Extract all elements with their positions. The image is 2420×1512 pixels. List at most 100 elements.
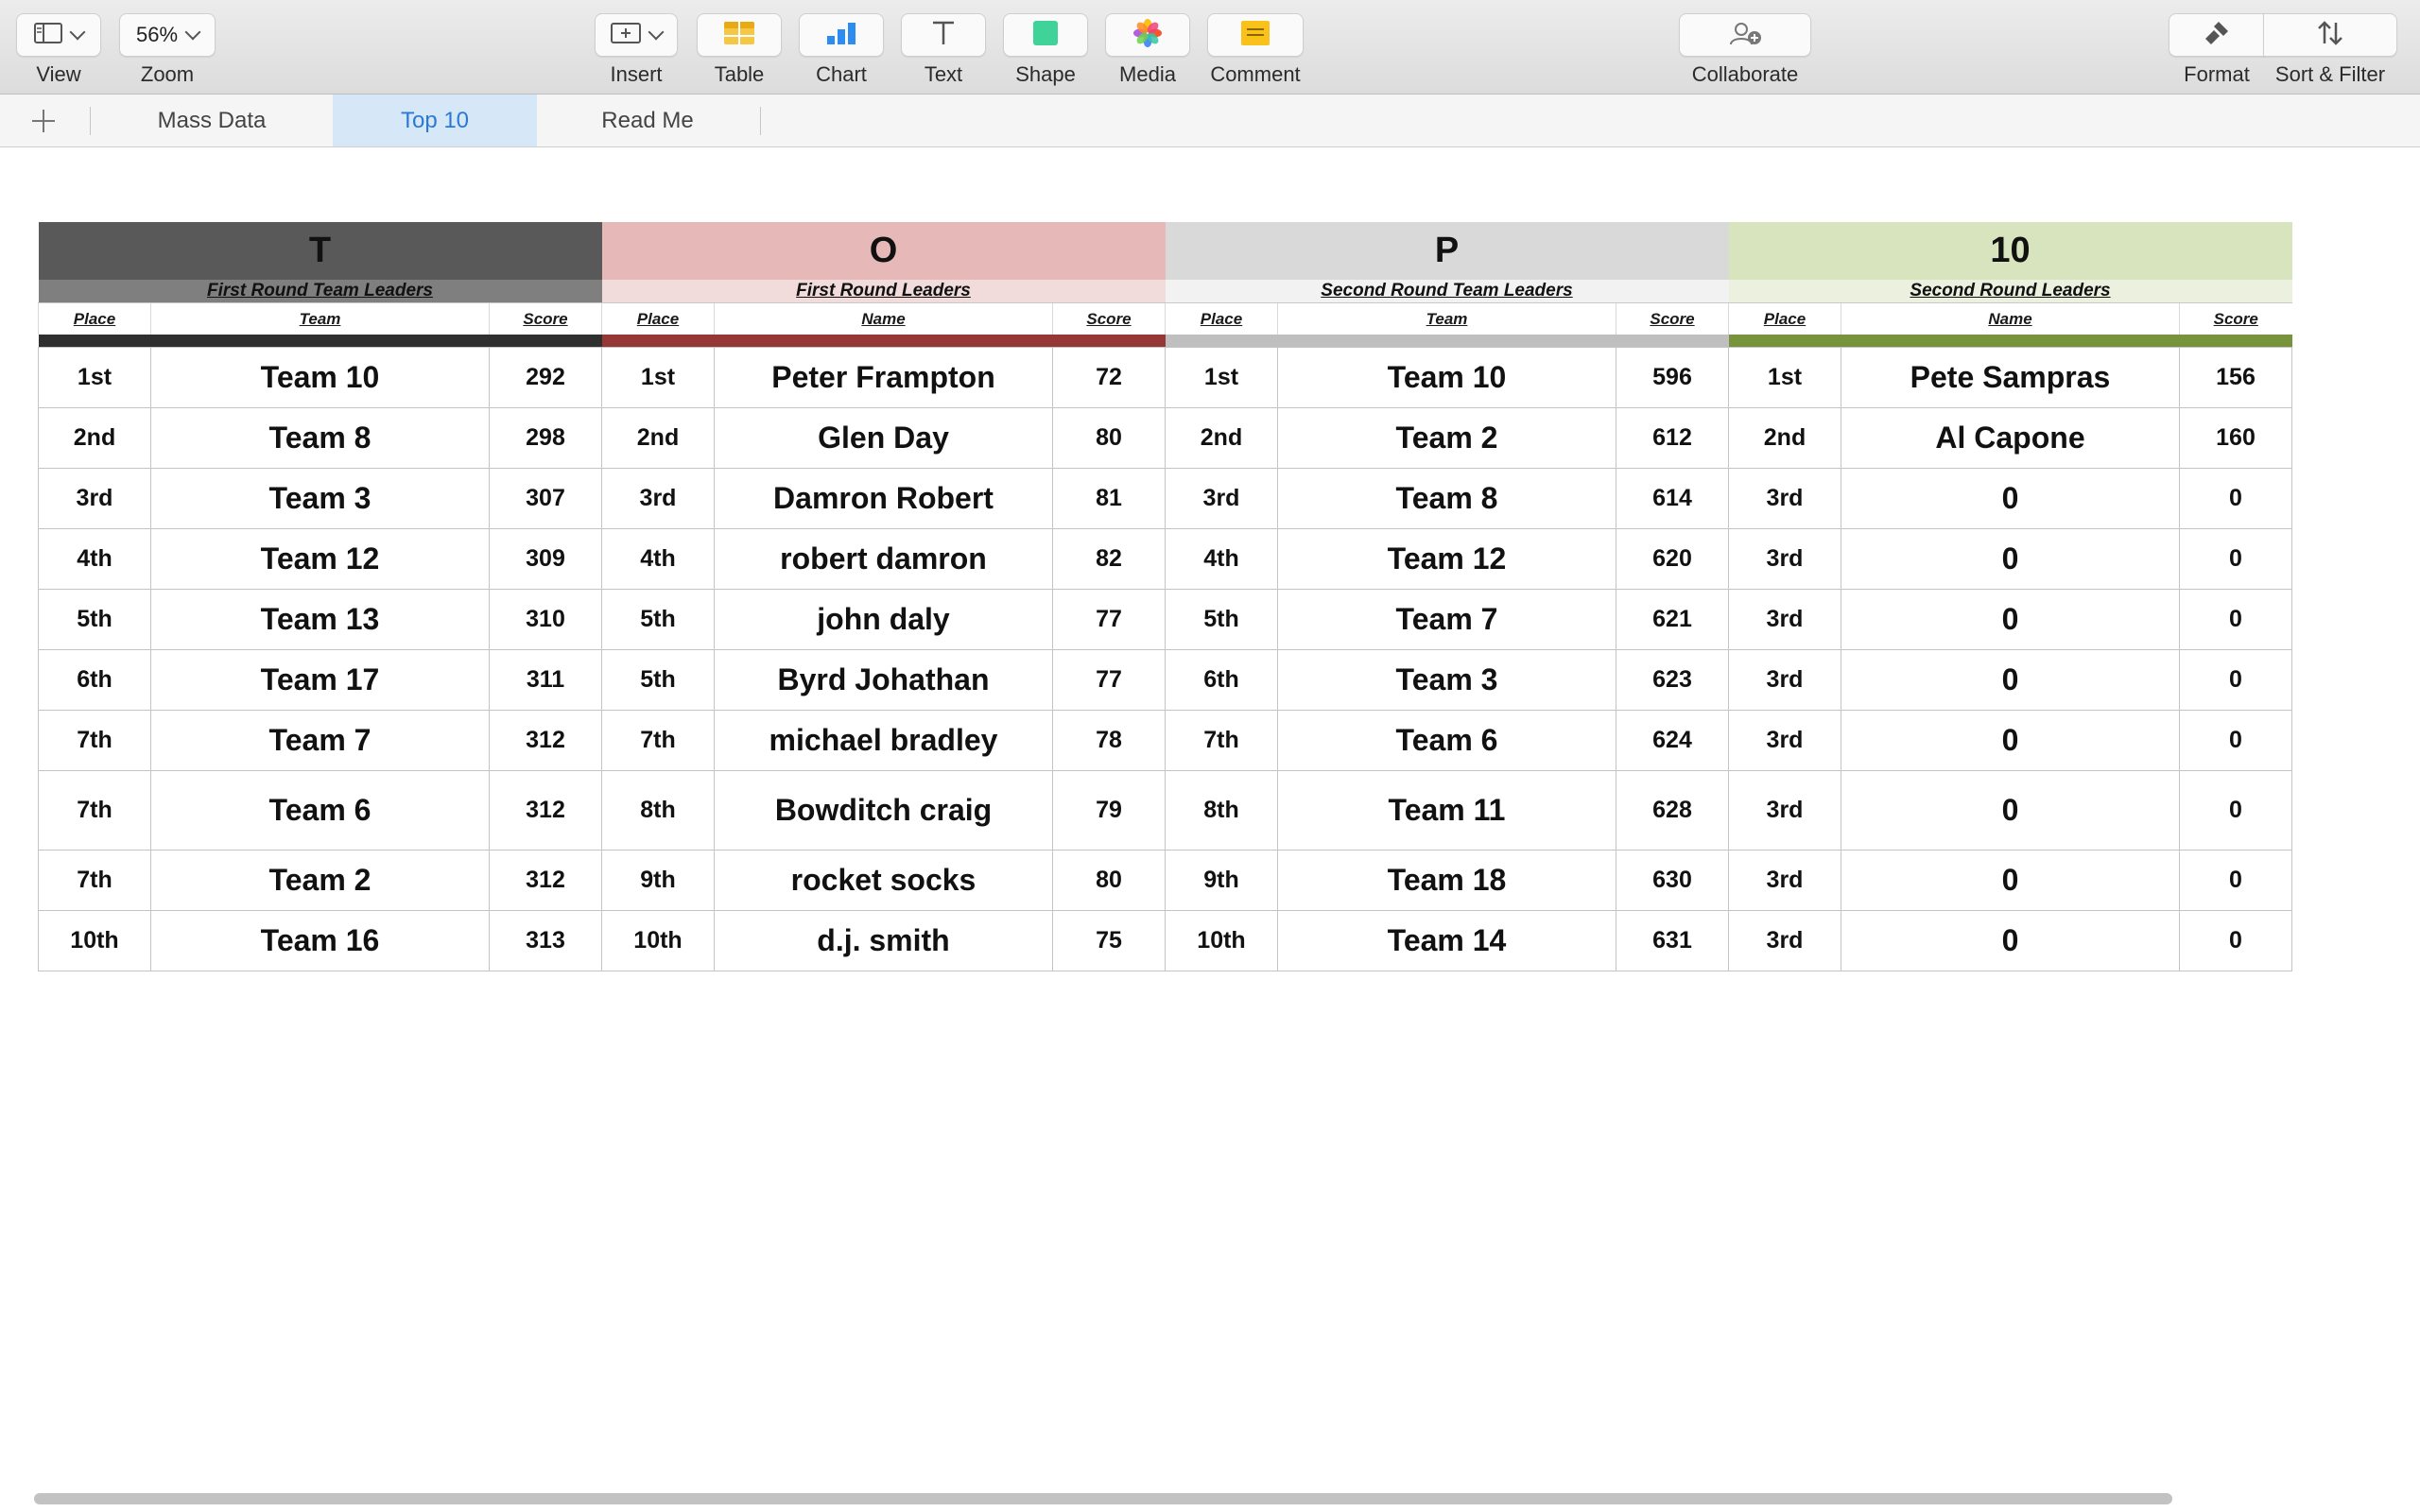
view-button[interactable]	[16, 13, 101, 57]
name-cell[interactable]: Pete Sampras	[1841, 347, 2180, 408]
score-cell[interactable]: 624	[1616, 710, 1729, 771]
comment-control[interactable]: Comment	[1207, 13, 1304, 87]
table-control[interactable]: Table	[697, 13, 782, 87]
name-cell[interactable]: Team 12	[1277, 528, 1616, 590]
score-cell[interactable]: 631	[1616, 910, 1729, 971]
score-cell[interactable]: 312	[489, 710, 602, 771]
name-cell[interactable]: 0	[1841, 770, 2180, 850]
score-cell[interactable]: 620	[1616, 528, 1729, 590]
score-cell[interactable]: 292	[489, 347, 602, 408]
name-cell[interactable]: rocket socks	[714, 850, 1053, 911]
column-header[interactable]: Place	[38, 302, 151, 335]
column-header[interactable]: Score	[1052, 302, 1166, 335]
name-cell[interactable]: Bowditch craig	[714, 770, 1053, 850]
place-cell[interactable]: 9th	[601, 850, 715, 911]
place-cell[interactable]: 3rd	[1728, 589, 1841, 650]
place-cell[interactable]: 1st	[1728, 347, 1841, 408]
name-cell[interactable]: Glen Day	[714, 407, 1053, 469]
place-cell[interactable]: 5th	[601, 649, 715, 711]
score-cell[interactable]: 77	[1052, 649, 1166, 711]
score-cell[interactable]: 80	[1052, 850, 1166, 911]
score-cell[interactable]: 77	[1052, 589, 1166, 650]
table-button[interactable]	[697, 13, 782, 57]
media-button[interactable]	[1105, 13, 1190, 57]
name-cell[interactable]: Team 7	[150, 710, 490, 771]
place-cell[interactable]: 3rd	[1728, 770, 1841, 850]
section-subtitle[interactable]: Second Round Team Leaders	[1165, 280, 1729, 303]
name-cell[interactable]: 0	[1841, 910, 2180, 971]
tab-mass-data[interactable]: Mass Data	[113, 94, 310, 146]
add-sheet-icon[interactable]	[26, 104, 60, 138]
format-control[interactable]: Format	[2169, 13, 2265, 87]
place-cell[interactable]: 2nd	[38, 407, 151, 469]
column-header[interactable]: Place	[1165, 302, 1278, 335]
place-cell[interactable]: 7th	[601, 710, 715, 771]
place-cell[interactable]: 3rd	[1728, 649, 1841, 711]
column-header[interactable]: Place	[601, 302, 715, 335]
score-cell[interactable]: 82	[1052, 528, 1166, 590]
column-header[interactable]: Team	[1277, 302, 1616, 335]
score-cell[interactable]: 0	[2179, 770, 2292, 850]
sort-filter-button[interactable]	[2263, 13, 2397, 57]
place-cell[interactable]: 10th	[38, 910, 151, 971]
score-cell[interactable]: 298	[489, 407, 602, 469]
score-cell[interactable]: 312	[489, 850, 602, 911]
score-cell[interactable]: 621	[1616, 589, 1729, 650]
place-cell[interactable]: 2nd	[601, 407, 715, 469]
name-cell[interactable]: Team 8	[150, 407, 490, 469]
horizontal-scrollbar[interactable]	[34, 1493, 2172, 1504]
score-cell[interactable]: 623	[1616, 649, 1729, 711]
column-header[interactable]: Team	[150, 302, 490, 335]
place-cell[interactable]: 9th	[1165, 850, 1278, 911]
place-cell[interactable]: 7th	[1165, 710, 1278, 771]
score-cell[interactable]: 309	[489, 528, 602, 590]
score-cell[interactable]: 81	[1052, 468, 1166, 529]
section-title-letter[interactable]: P	[1165, 222, 1729, 280]
name-cell[interactable]: Team 2	[150, 850, 490, 911]
place-cell[interactable]: 5th	[38, 589, 151, 650]
name-cell[interactable]: michael bradley	[714, 710, 1053, 771]
tab-top-10[interactable]: Top 10	[333, 94, 537, 146]
place-cell[interactable]: 5th	[601, 589, 715, 650]
score-cell[interactable]: 310	[489, 589, 602, 650]
section-subtitle[interactable]: First Round Leaders	[601, 280, 1166, 303]
place-cell[interactable]: 7th	[38, 710, 151, 771]
section-title-letter[interactable]: T	[38, 222, 602, 280]
media-control[interactable]: Media	[1105, 13, 1190, 87]
score-cell[interactable]: 311	[489, 649, 602, 711]
score-cell[interactable]: 0	[2179, 910, 2292, 971]
zoom-control[interactable]: 56% Zoom	[119, 13, 216, 87]
column-header[interactable]: Name	[714, 302, 1053, 335]
name-cell[interactable]: Team 13	[150, 589, 490, 650]
name-cell[interactable]: 0	[1841, 589, 2180, 650]
shape-button[interactable]	[1003, 13, 1088, 57]
place-cell[interactable]: 3rd	[38, 468, 151, 529]
name-cell[interactable]: Team 17	[150, 649, 490, 711]
format-button[interactable]	[2169, 13, 2265, 57]
score-cell[interactable]: 78	[1052, 710, 1166, 771]
place-cell[interactable]: 3rd	[601, 468, 715, 529]
name-cell[interactable]: Team 12	[150, 528, 490, 590]
place-cell[interactable]: 1st	[38, 347, 151, 408]
name-cell[interactable]: Team 3	[150, 468, 490, 529]
place-cell[interactable]: 6th	[1165, 649, 1278, 711]
collaborate-button[interactable]	[1679, 13, 1811, 57]
name-cell[interactable]: Team 7	[1277, 589, 1616, 650]
name-cell[interactable]: Team 3	[1277, 649, 1616, 711]
name-cell[interactable]: 0	[1841, 710, 2180, 771]
score-cell[interactable]: 80	[1052, 407, 1166, 469]
score-cell[interactable]: 628	[1616, 770, 1729, 850]
place-cell[interactable]: 4th	[601, 528, 715, 590]
place-cell[interactable]: 3rd	[1165, 468, 1278, 529]
score-cell[interactable]: 160	[2179, 407, 2292, 469]
name-cell[interactable]: 0	[1841, 649, 2180, 711]
score-cell[interactable]: 312	[489, 770, 602, 850]
name-cell[interactable]: Byrd Johathan	[714, 649, 1053, 711]
chart-control[interactable]: Chart	[799, 13, 884, 87]
top-10-table[interactable]: T O P 10 First Round Team Leaders First Round…	[38, 222, 2292, 971]
column-header[interactable]: Name	[1841, 302, 2180, 335]
score-cell[interactable]: 0	[2179, 850, 2292, 911]
place-cell[interactable]: 8th	[1165, 770, 1278, 850]
name-cell[interactable]: Team 11	[1277, 770, 1616, 850]
score-cell[interactable]: 72	[1052, 347, 1166, 408]
